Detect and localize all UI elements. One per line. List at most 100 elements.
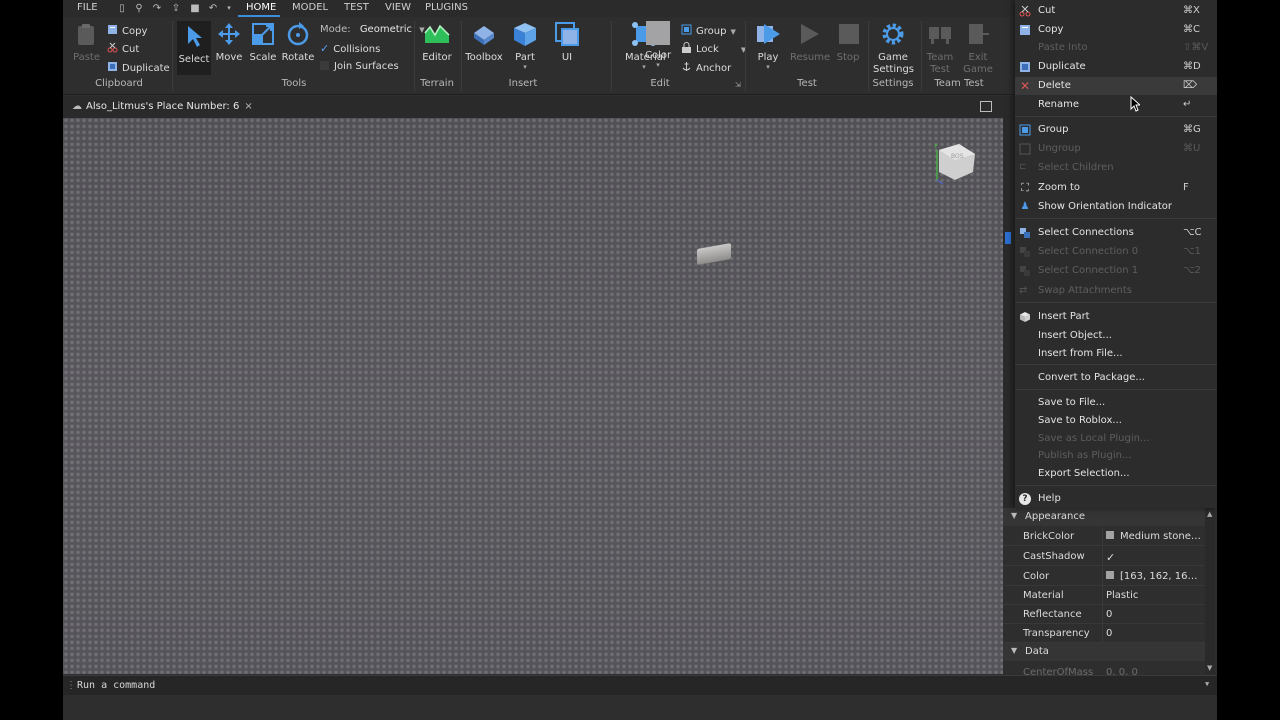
- scroll-down-icon[interactable]: ▼: [1207, 664, 1212, 672]
- property-row-transparency[interactable]: Transparency 0: [1003, 624, 1205, 643]
- property-row-brickcolor[interactable]: BrickColor Medium stone ...: [1003, 527, 1205, 546]
- menu-item-select-connections[interactable]: Select Connections ⌥C: [1015, 224, 1217, 242]
- menu-item-insert-object[interactable]: Insert Object...: [1015, 327, 1217, 345]
- part-dropdown-icon[interactable]: ▾: [510, 63, 540, 71]
- color-label: Color: [645, 50, 672, 61]
- transparency-value[interactable]: 0: [1106, 628, 1202, 639]
- redo-icon[interactable]: ↷: [151, 3, 163, 14]
- menu-item-paste-into[interactable]: Paste Into ⇧⌘V: [1015, 39, 1217, 57]
- menu-item-show-orientation[interactable]: ♟ Show Orientation Indicator: [1015, 198, 1217, 216]
- property-value[interactable]: Medium stone ...: [1106, 531, 1202, 542]
- menu-item-cut[interactable]: Cut ⌘X: [1015, 2, 1217, 20]
- select-tool-button[interactable]: Select: [177, 21, 211, 75]
- collisions-toggle[interactable]: ✓ Collisions: [320, 42, 380, 55]
- command-input[interactable]: Run a command: [77, 680, 155, 691]
- publish-icon[interactable]: ⇪: [170, 3, 182, 14]
- maximize-icon[interactable]: [980, 101, 992, 112]
- color-button[interactable]: Color ▾: [645, 21, 671, 69]
- exit-game-button[interactable]: Exit Game: [963, 21, 993, 76]
- menu-item-duplicate[interactable]: Duplicate ⌘D: [1015, 58, 1217, 76]
- new-file-icon[interactable]: ▯: [116, 3, 128, 14]
- properties-scrollbar[interactable]: ▲ ▼: [1205, 508, 1215, 674]
- team-test-button[interactable]: Team Test: [925, 21, 955, 76]
- command-bar[interactable]: ⋮ Run a command ▼: [63, 675, 1217, 695]
- view-cube[interactable]: Y BOS: [925, 140, 975, 190]
- menu-item-select-connection-1[interactable]: Select Connection 1 ⌥2: [1015, 262, 1217, 280]
- material-value[interactable]: Plastic: [1106, 590, 1202, 601]
- stop-button[interactable]: Stop: [836, 21, 860, 63]
- menu-item-ungroup[interactable]: Ungroup ⌘U: [1015, 140, 1217, 158]
- menu-item-publish-as-plugin[interactable]: Publish as Plugin...: [1015, 447, 1217, 465]
- menu-item-save-to-file[interactable]: Save to File...: [1015, 394, 1217, 412]
- menu-item-help[interactable]: ? Help: [1015, 490, 1217, 508]
- data-category[interactable]: ▼ Data: [1003, 643, 1205, 661]
- castshadow-checkbox[interactable]: ✓: [1106, 551, 1202, 564]
- tab-model[interactable]: MODEL: [292, 2, 328, 13]
- reflectance-value[interactable]: 0: [1106, 609, 1202, 620]
- stop-square-icon[interactable]: ■: [189, 3, 201, 14]
- terrain-editor-button[interactable]: Editor: [420, 21, 454, 63]
- selected-part-brick[interactable]: [697, 243, 731, 265]
- game-settings-button[interactable]: Game Settings: [873, 21, 914, 76]
- property-row-reflectance[interactable]: Reflectance 0: [1003, 605, 1205, 624]
- color-dropdown-icon[interactable]: ▾: [645, 61, 671, 69]
- menu-item-delete[interactable]: ✕ Delete ⌦: [1015, 77, 1217, 95]
- play-dropdown-icon[interactable]: ▾: [753, 63, 783, 71]
- menu-item-convert-to-package[interactable]: Convert to Package...: [1015, 369, 1217, 387]
- cut-label: Cut: [122, 44, 140, 55]
- group-button[interactable]: Group ▼: [681, 24, 736, 37]
- resume-button[interactable]: Resume: [790, 21, 830, 63]
- menu-item-select-connection-0[interactable]: Select Connection 0 ⌥1: [1015, 243, 1217, 261]
- menu-item-save-as-local-plugin[interactable]: Save as Local Plugin...: [1015, 430, 1217, 448]
- binoculars-icon[interactable]: ⚲: [133, 3, 145, 14]
- copy-button[interactable]: Copy: [107, 24, 147, 37]
- tab-home[interactable]: HOME: [246, 2, 276, 13]
- menu-item-insert-from-file[interactable]: Insert from File...: [1015, 345, 1217, 363]
- menu-item-export-selection[interactable]: Export Selection...: [1015, 465, 1217, 483]
- expand-corner-icon[interactable]: ⇲: [735, 81, 741, 89]
- menu-item-save-to-roblox[interactable]: Save to Roblox...: [1015, 412, 1217, 430]
- tab-plugins[interactable]: PLUGINS: [425, 2, 468, 13]
- menu-item-rename[interactable]: Rename ↵: [1015, 96, 1217, 114]
- move-tool-button[interactable]: Move: [214, 21, 244, 63]
- cut-button[interactable]: Cut: [107, 42, 139, 55]
- anchor-button[interactable]: Anchor: [681, 61, 731, 74]
- join-surfaces-toggle[interactable]: Join Surfaces: [320, 61, 399, 72]
- place-document-tab[interactable]: ☁ Also_Litmus's Place Number: 6 ×: [72, 101, 253, 112]
- paste-button[interactable]: Paste: [73, 21, 100, 63]
- chevron-down-icon[interactable]: ▼: [1205, 680, 1209, 688]
- ui-button[interactable]: UI: [553, 21, 581, 63]
- menu-item-copy[interactable]: Copy ⌘C: [1015, 21, 1217, 39]
- property-row-castshadow[interactable]: CastShadow ✓: [1003, 547, 1205, 566]
- menu-item-select-children[interactable]: ⊏ Select Children: [1015, 159, 1217, 177]
- play-button[interactable]: Play ▾: [753, 21, 783, 71]
- appearance-category[interactable]: ▼ Appearance: [1003, 508, 1205, 526]
- scale-tool-button[interactable]: Scale: [248, 21, 278, 63]
- duplicate-icon: [108, 62, 117, 71]
- toolbox-button[interactable]: Toolbox: [465, 21, 503, 63]
- property-name: Material: [1023, 590, 1064, 601]
- property-value[interactable]: [163, 162, 165] (...: [1106, 571, 1202, 582]
- lock-button[interactable]: Lock ▼: [681, 42, 746, 55]
- part-button[interactable]: Part ▾: [510, 21, 540, 71]
- property-row-material[interactable]: Material Plastic: [1003, 586, 1205, 605]
- 3d-viewport[interactable]: Y BOS: [63, 118, 1003, 674]
- menu-item-group[interactable]: Group ⌘G: [1015, 121, 1217, 139]
- quick-access-dropdown-icon[interactable]: ▾: [223, 3, 235, 14]
- duplicate-button[interactable]: Duplicate: [107, 61, 170, 74]
- rotate-tool-button[interactable]: Rotate: [281, 21, 315, 63]
- ui-frame-icon: [555, 22, 579, 46]
- color-value: [163, 162, 165] (...: [1120, 571, 1202, 582]
- menu-item-insert-part[interactable]: Insert Part: [1015, 308, 1217, 326]
- undo-icon[interactable]: ↶: [207, 3, 219, 14]
- close-icon[interactable]: ×: [244, 101, 252, 112]
- tab-test[interactable]: TEST: [344, 2, 369, 13]
- property-row-color[interactable]: Color [163, 162, 165] (...: [1003, 567, 1205, 586]
- checkbox-empty-icon: [320, 61, 329, 70]
- menu-item-zoom-to[interactable]: ⛶ Zoom to F: [1015, 179, 1217, 197]
- mode-select[interactable]: Mode: Geometric ▼: [320, 24, 425, 35]
- scroll-up-icon[interactable]: ▲: [1207, 510, 1212, 518]
- tab-view[interactable]: VIEW: [385, 2, 411, 13]
- menu-item-swap-attachments[interactable]: ⇄ Swap Attachments: [1015, 282, 1217, 300]
- tab-file[interactable]: FILE: [77, 2, 98, 13]
